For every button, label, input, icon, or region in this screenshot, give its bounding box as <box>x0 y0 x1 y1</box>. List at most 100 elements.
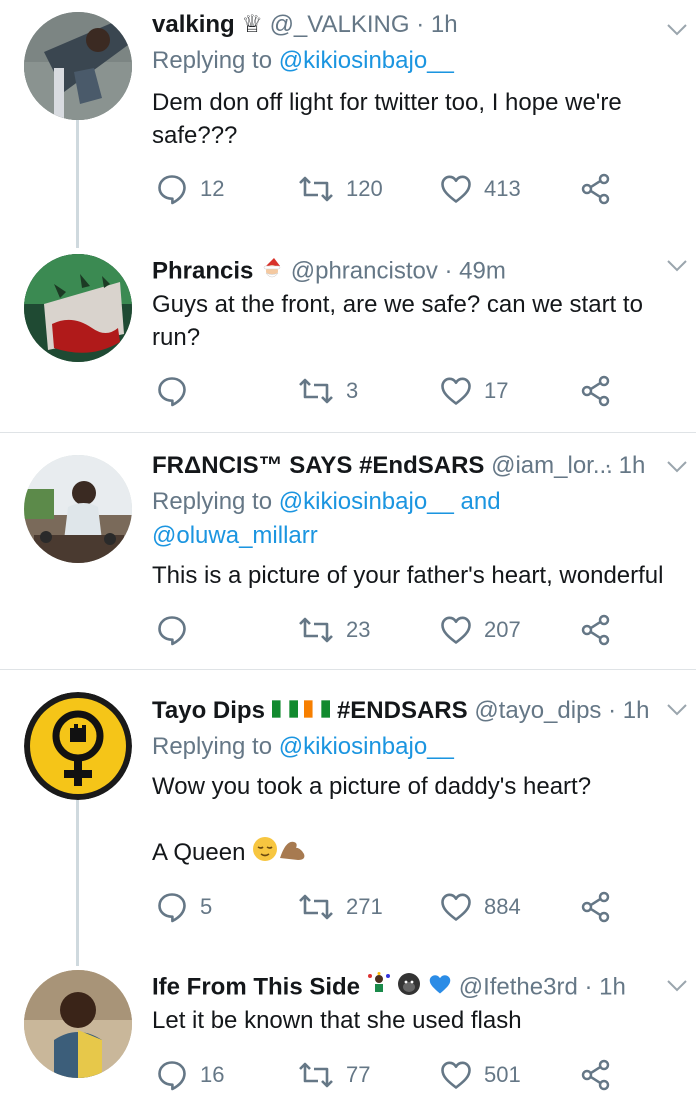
reply-count: 5 <box>200 894 213 919</box>
retweet-button[interactable]: 3 <box>298 371 358 411</box>
reply-button[interactable]: 5 <box>156 887 212 927</box>
reply-button[interactable] <box>156 610 200 650</box>
chevron-down-icon[interactable] <box>666 974 688 996</box>
timestamp[interactable]: · 1h <box>585 973 626 1000</box>
like-button[interactable]: 413 <box>440 169 521 209</box>
chevron-down-icon[interactable] <box>666 254 688 276</box>
timestamp[interactable]: · 1h <box>604 452 645 479</box>
avatar[interactable] <box>24 12 132 120</box>
like-count: 413 <box>484 176 521 201</box>
like-icon <box>440 1060 472 1090</box>
avatar[interactable] <box>24 254 132 362</box>
display-name[interactable]: Ife From This Side <box>152 973 360 1000</box>
display-name[interactable]: valking <box>152 11 235 38</box>
reply-icon <box>156 614 188 646</box>
retweet-button[interactable]: 23 <box>298 610 370 650</box>
retweet-icon <box>298 616 334 644</box>
nigeria-flag-emoji <box>271 697 298 727</box>
share-button[interactable] <box>580 169 612 209</box>
tweet-text: Let it be known that she used flash <box>152 1007 522 1034</box>
reply-button[interactable] <box>156 371 200 411</box>
retweet-icon <box>298 377 334 405</box>
mention-link[interactable]: @kikiosinbajo__ <box>279 47 454 74</box>
share-icon <box>580 614 612 646</box>
like-icon <box>440 615 472 645</box>
reply-button[interactable]: 12 <box>156 169 224 209</box>
display-name[interactable]: FRΔNCIS™ SAYS #EndSARS <box>152 452 484 479</box>
tweet[interactable]: FRΔNCIS™ SAYS #EndSARS @iam_lor... · 1h … <box>0 433 696 669</box>
tweet-text: This is a picture of your father's heart… <box>152 562 664 589</box>
tweet-actions: 12 120 413 <box>152 169 622 209</box>
like-count: 207 <box>484 617 521 642</box>
display-name[interactable]: Phrancis <box>152 257 253 284</box>
tweet-text: Dem don off light for twitter too, I hop… <box>152 89 622 149</box>
mention-link[interactable]: @kikiosinbajo__ <box>279 733 454 760</box>
tweet-text: Wow you took a picture of daddy's heart? <box>152 773 592 800</box>
display-name[interactable]: Tayo Dips <box>152 697 265 724</box>
relieved-face-emoji <box>252 836 278 871</box>
tweet-text: Guys at the front, are we safe? can we s… <box>152 291 643 351</box>
like-icon <box>440 174 472 204</box>
user-handle[interactable]: @iam_lor... <box>491 452 613 479</box>
mention-link[interactable]: @oluwa_millarr <box>152 522 318 549</box>
like-count: 884 <box>484 894 521 919</box>
share-icon <box>580 375 612 407</box>
like-button[interactable]: 884 <box>440 887 521 927</box>
share-icon <box>580 1059 612 1091</box>
retweet-button[interactable]: 77 <box>298 1055 370 1095</box>
share-icon <box>580 173 612 205</box>
avatar[interactable] <box>24 455 132 563</box>
user-handle[interactable]: @_VALKING <box>270 11 410 38</box>
reply-icon <box>156 173 188 205</box>
timestamp[interactable]: · 1h <box>608 697 649 724</box>
replying-to: Replying to @kikiosinbajo__ <box>152 730 454 764</box>
timestamp[interactable]: · 1h <box>416 11 457 38</box>
avatar[interactable] <box>24 692 132 800</box>
tweet[interactable]: Ife From This Side @Ifethe3rd · 1h Let i… <box>0 946 696 1113</box>
retweet-icon <box>298 893 334 921</box>
share-button[interactable] <box>580 1055 612 1095</box>
tweet-header: Ife From This Side @Ifethe3rd · 1h <box>152 972 626 1004</box>
reply-icon <box>156 375 188 407</box>
hashtag[interactable]: #ENDSARS <box>337 697 468 724</box>
like-icon <box>440 892 472 922</box>
user-handle[interactable]: @Ifethe3rd <box>459 973 578 1000</box>
tweet[interactable]: Phrancis @phrancistov · 49m Guys at the … <box>0 232 696 432</box>
chevron-down-icon[interactable] <box>666 455 688 477</box>
like-button[interactable]: 501 <box>440 1055 521 1095</box>
retweet-count: 77 <box>346 1062 371 1087</box>
retweet-count: 120 <box>346 176 383 201</box>
tweet-header: Tayo Dips #ENDSARS @tayo_dips · 1h <box>152 696 649 727</box>
replying-to-label: Replying to <box>152 733 279 760</box>
retweet-icon <box>298 1061 334 1089</box>
reply-icon <box>156 891 188 923</box>
chevron-down-icon[interactable] <box>666 18 688 40</box>
user-handle[interactable]: @phrancistov <box>291 257 438 284</box>
chevron-down-icon[interactable] <box>666 698 688 720</box>
like-button[interactable]: 17 <box>440 371 508 411</box>
retweet-count: 271 <box>346 894 383 919</box>
reply-icon <box>156 1059 188 1091</box>
retweet-count: 23 <box>346 617 371 642</box>
retweet-button[interactable]: 120 <box>298 169 383 209</box>
santa-emoji <box>260 256 284 288</box>
reply-count: 12 <box>200 176 225 201</box>
tweet[interactable]: Tayo Dips #ENDSARS @tayo_dips · 1h Reply… <box>0 670 696 946</box>
share-button[interactable] <box>580 887 612 927</box>
share-button[interactable] <box>580 610 612 650</box>
tweet-text-line2: A Queen <box>152 836 682 871</box>
flexed-biceps-emoji <box>278 836 308 871</box>
mention-link[interactable]: @kikiosinbajo__ <box>279 488 454 515</box>
timestamp[interactable]: · 49m <box>445 257 506 284</box>
avatar[interactable] <box>24 970 132 1078</box>
replying-to-label: Replying to <box>152 488 279 515</box>
retweet-button[interactable]: 271 <box>298 887 383 927</box>
reply-and: and <box>453 488 501 515</box>
reply-button[interactable]: 16 <box>156 1055 224 1095</box>
like-button[interactable]: 207 <box>440 610 521 650</box>
user-handle[interactable]: @tayo_dips <box>474 697 601 724</box>
share-button[interactable] <box>580 371 612 411</box>
share-icon <box>580 891 612 923</box>
tweet[interactable]: valking ♕ @_VALKING · 1h Replying to @ki… <box>0 0 696 230</box>
like-icon <box>440 376 472 406</box>
